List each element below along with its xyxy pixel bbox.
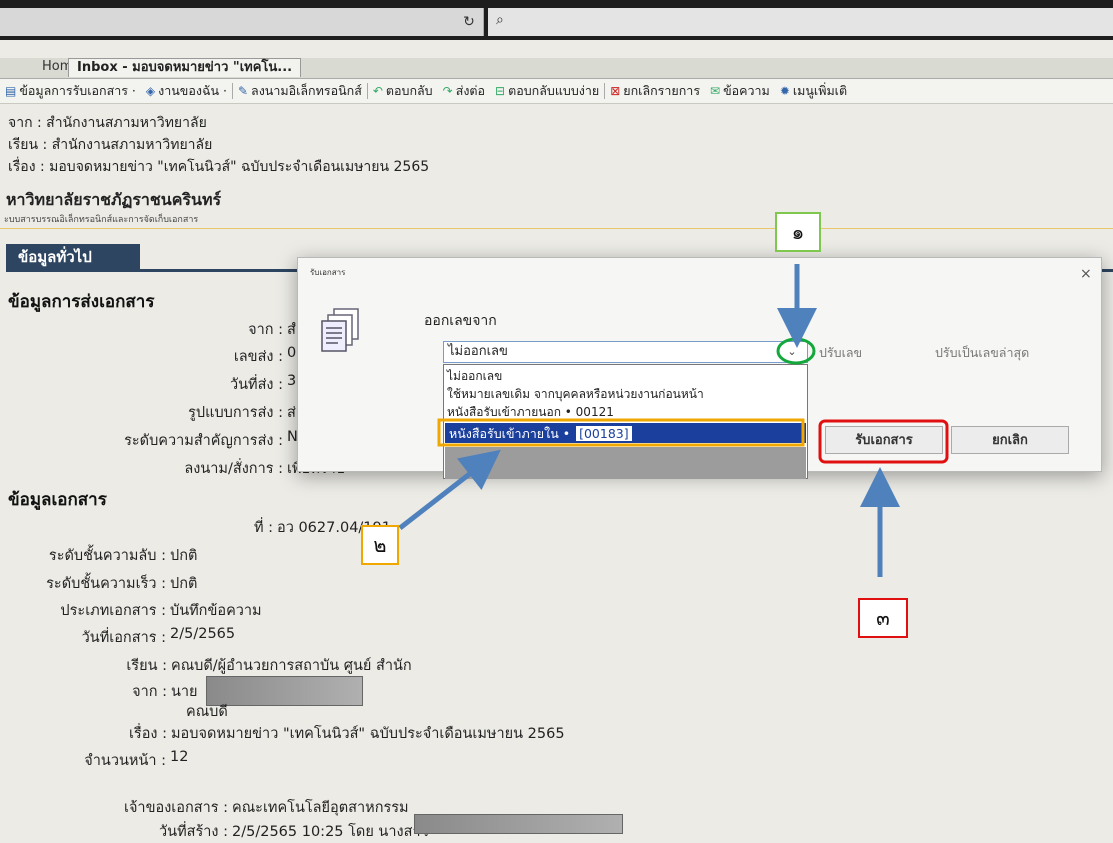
annotation-overlay	[398, 264, 949, 577]
highlight-box-receive	[818, 419, 949, 464]
annotation-arrow-2	[398, 449, 501, 530]
step-2-label: ๒	[361, 525, 399, 565]
highlight-circle	[776, 337, 816, 365]
highlight-box-option	[437, 418, 805, 447]
step-1-label: ๑	[775, 212, 821, 252]
step-3-label: ๓	[858, 598, 908, 638]
